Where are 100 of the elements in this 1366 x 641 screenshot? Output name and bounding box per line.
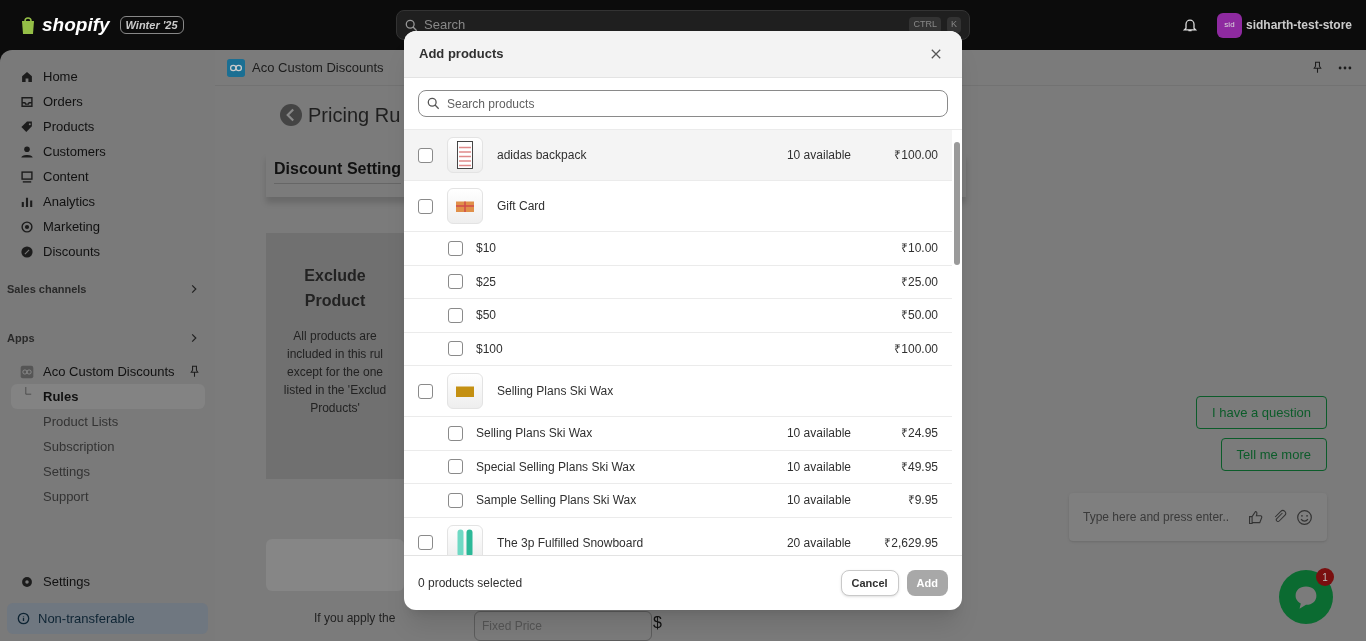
app-logo-icon bbox=[227, 58, 245, 77]
search-icon bbox=[427, 97, 440, 110]
app-nav-item[interactable]: Aco Custom Discounts bbox=[43, 361, 175, 382]
shopify-logo-text: shopify bbox=[42, 12, 110, 37]
target-icon bbox=[20, 219, 34, 234]
card-description: All products are included in this rul except for the one listed in the 'Exclud Products' bbox=[282, 328, 388, 417]
search-icon bbox=[405, 18, 418, 32]
page-title: Pricing Ru bbox=[308, 103, 401, 128]
product-name: $10 bbox=[476, 240, 498, 258]
price-text: ₹2,629.95 bbox=[883, 534, 938, 552]
checkbox[interactable] bbox=[418, 383, 433, 399]
edition-badge: Winter '25 bbox=[119, 15, 184, 35]
product-name: $100 bbox=[476, 340, 504, 358]
product-row[interactable]: Sample Selling Plans Ski Wax 10 available ₹9.95 bbox=[404, 484, 952, 518]
product-name: adidas backpack bbox=[497, 147, 588, 164]
stock-text: 10 available bbox=[785, 492, 851, 510]
back-icon[interactable] bbox=[280, 104, 302, 126]
chat-launcher[interactable]: 1 bbox=[1279, 570, 1333, 624]
product-row[interactable]: $25 ₹25.00 bbox=[404, 265, 952, 299]
close-icon[interactable] bbox=[929, 47, 943, 61]
paperclip-icon[interactable] bbox=[1272, 509, 1288, 525]
smiley-icon[interactable] bbox=[1296, 508, 1313, 526]
checkbox[interactable] bbox=[448, 307, 463, 323]
nav-item[interactable]: Marketing bbox=[0, 214, 215, 239]
nav-subitem[interactable]: Subscription bbox=[0, 434, 205, 459]
product-row[interactable]: $10 ₹10.00 bbox=[404, 232, 952, 266]
product-row[interactable]: Special Selling Plans Ski Wax 10 available ₹49.95 bbox=[404, 450, 952, 484]
search-field[interactable]: Search products bbox=[418, 90, 948, 117]
info-icon bbox=[17, 612, 30, 625]
nav-item[interactable]: Orders bbox=[0, 89, 215, 114]
nav-subitem[interactable]: Support bbox=[0, 484, 205, 509]
nav-item[interactable]: Home bbox=[0, 64, 215, 89]
nav-subitem[interactable]: Rules bbox=[11, 384, 205, 409]
chat-input[interactable]: Type here and press enter.. bbox=[1069, 493, 1327, 541]
product-row[interactable]: $100 ₹100.00 bbox=[404, 332, 952, 366]
checkbox[interactable] bbox=[448, 341, 463, 357]
price-text: ₹24.95 bbox=[899, 425, 938, 443]
product-row[interactable]: $50 ₹50.00 bbox=[404, 299, 952, 333]
chat-bubble-icon bbox=[1293, 584, 1319, 610]
price-text: ₹10.00 bbox=[899, 240, 938, 258]
notice-text: Non-transferable bbox=[38, 609, 135, 628]
card-title: Exclude Product bbox=[303, 266, 367, 311]
cancel-button[interactable]: Cancel bbox=[840, 570, 899, 596]
nav-item[interactable]: Discounts bbox=[0, 239, 215, 264]
person-icon bbox=[20, 144, 34, 159]
monitor-icon bbox=[20, 169, 34, 184]
pin-icon[interactable] bbox=[188, 365, 201, 378]
dialog-title: Add products bbox=[419, 45, 504, 64]
stock-text: 10 available bbox=[785, 458, 851, 476]
nav-item[interactable]: Analytics bbox=[0, 189, 215, 214]
app-title: Aco Custom Discounts bbox=[252, 58, 384, 77]
checkbox[interactable] bbox=[418, 198, 433, 214]
store-avatar[interactable]: sid bbox=[1217, 12, 1242, 38]
thumbs-up-icon[interactable] bbox=[1247, 508, 1264, 526]
nav-item[interactable]: Products bbox=[0, 114, 215, 139]
checkbox[interactable] bbox=[418, 535, 433, 550]
product-row[interactable]: Selling Plans Ski Wax bbox=[404, 366, 952, 417]
checkbox[interactable] bbox=[448, 492, 463, 508]
bell-icon[interactable] bbox=[1182, 17, 1198, 33]
nav-item[interactable]: Content bbox=[0, 164, 215, 189]
product-name: $50 bbox=[476, 307, 498, 325]
stock-text: 10 available bbox=[785, 147, 851, 164]
product-name: Sample Selling Plans Ski Wax bbox=[476, 492, 638, 510]
selection-count: 0 products selected bbox=[418, 575, 524, 592]
gear-icon bbox=[20, 574, 34, 589]
price-text: ₹9.95 bbox=[906, 492, 938, 510]
price-text: ₹49.95 bbox=[899, 458, 938, 476]
checkbox[interactable] bbox=[418, 147, 433, 163]
product-row[interactable]: Gift Card bbox=[404, 181, 952, 232]
shortcut-key: K bbox=[947, 17, 961, 33]
product-row[interactable]: Selling Plans Ski Wax 10 available ₹24.95 bbox=[404, 417, 952, 451]
checkbox[interactable] bbox=[448, 274, 463, 290]
section-title: Discount Setting bbox=[274, 157, 402, 184]
product-name: Selling Plans Ski Wax bbox=[497, 383, 615, 400]
nav-item[interactable]: Settings bbox=[0, 569, 215, 594]
unread-count-badge: 1 bbox=[1316, 568, 1334, 586]
checkbox[interactable] bbox=[448, 459, 463, 475]
badge-icon bbox=[20, 244, 34, 259]
product-name: The 3p Fulfilled Snowboard bbox=[497, 534, 645, 552]
app-icon bbox=[20, 364, 34, 379]
product-name: $25 bbox=[476, 273, 498, 291]
description-text: If you apply the bbox=[314, 610, 397, 627]
section-heading[interactable]: Apps bbox=[7, 329, 35, 346]
price-text: ₹50.00 bbox=[899, 307, 938, 325]
store-name[interactable]: sidharth-test-store bbox=[1246, 16, 1352, 34]
product-name: Special Selling Plans Ski Wax bbox=[476, 458, 636, 476]
currency-label: $ bbox=[653, 613, 662, 633]
price-text: ₹100.00 bbox=[893, 340, 938, 358]
pin-icon[interactable] bbox=[1311, 61, 1324, 74]
section-heading[interactable]: Sales channels bbox=[7, 281, 87, 298]
checkbox[interactable] bbox=[448, 425, 463, 441]
inbox-icon bbox=[20, 94, 34, 109]
stock-text: 10 available bbox=[785, 425, 851, 443]
product-name: Gift Card bbox=[497, 198, 546, 215]
price-text: ₹100.00 bbox=[893, 147, 938, 164]
nav-item[interactable]: Customers bbox=[0, 139, 215, 164]
stock-text: 20 available bbox=[785, 534, 851, 552]
checkbox[interactable] bbox=[448, 240, 463, 256]
nav-subitem[interactable]: Settings bbox=[0, 459, 205, 484]
nav-subitem[interactable]: Product Lists bbox=[0, 409, 205, 434]
